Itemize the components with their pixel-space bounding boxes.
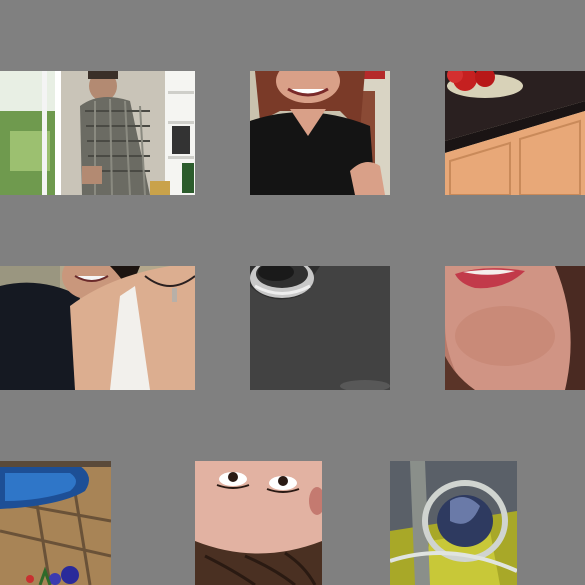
woman-smile-closeup-photo[interactable] — [445, 266, 585, 390]
kitchen-counter-apples-photo[interactable] — [445, 71, 585, 195]
upside-down-face-photo[interactable] — [195, 461, 322, 585]
dark-surface-object-photo[interactable] — [250, 266, 390, 390]
man-in-plaid-shirt-by-window-photo[interactable] — [0, 71, 195, 195]
metal-chair-reflection-photo[interactable] — [390, 461, 517, 585]
smiling-woman-black-top-photo[interactable] — [250, 71, 390, 195]
smiling-couple-photo[interactable] — [0, 266, 195, 390]
pool-and-flowers-photo[interactable] — [0, 461, 111, 585]
photo-grid-page: { "page": { "background": "#808080" }, "… — [0, 0, 585, 585]
